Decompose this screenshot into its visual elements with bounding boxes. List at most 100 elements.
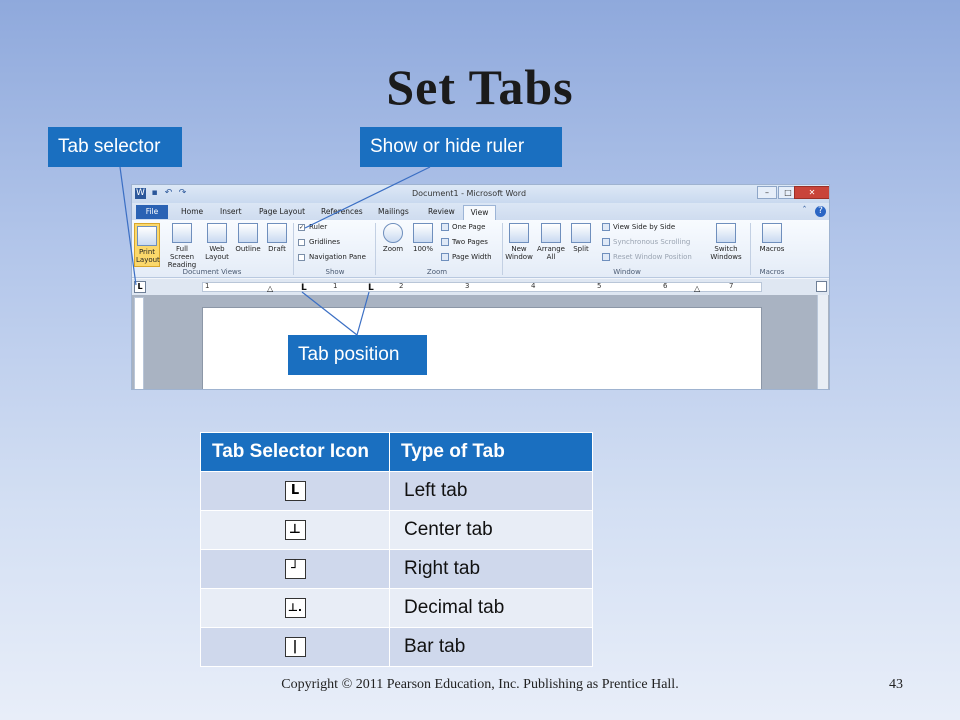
arrange-all-label: Arrange All [537, 245, 565, 261]
table-row: L Left tab [200, 471, 593, 511]
gridlines-label: Gridlines [309, 238, 340, 246]
print-layout-icon [137, 226, 157, 246]
ruler-number: 7 [729, 282, 734, 290]
right-tab-icon: ┘ [284, 558, 306, 579]
icon-cell: ⊥. [200, 588, 390, 628]
split-label: Split [573, 245, 589, 253]
undo-icon[interactable]: ↶ [163, 188, 174, 199]
show-group-label: Show [325, 268, 345, 276]
icon-cell: ⊥ [200, 510, 390, 550]
ribbon-minimize-icon[interactable]: ˆ [799, 206, 810, 217]
tab-view[interactable]: View [463, 205, 496, 220]
outline-label: Outline [235, 245, 261, 253]
help-icon[interactable]: ? [815, 206, 826, 217]
column-header: Type of Tab [389, 432, 593, 472]
macros-label: Macros [759, 245, 785, 253]
window-title: Document1 - Microsoft Word [412, 189, 527, 198]
web-layout-button[interactable]: Web Layout [204, 223, 230, 261]
tab-stop-marker[interactable]: L [301, 284, 307, 293]
tab-stop-marker[interactable]: L [368, 284, 374, 293]
word-app-icon[interactable]: W [135, 188, 146, 199]
close-button[interactable]: ✕ [794, 186, 829, 199]
one-page-icon [441, 223, 449, 231]
print-layout-button[interactable]: Print Layout [134, 223, 160, 267]
tab-type-cell: Decimal tab [389, 588, 593, 628]
tab-references[interactable]: References [321, 207, 363, 216]
right-indent-marker-icon[interactable]: △ [694, 284, 700, 293]
synchronous-scrolling-label: Synchronous Scrolling [613, 238, 691, 246]
view-side-by-side-label: View Side by Side [613, 223, 676, 231]
ruler-number: 1 [205, 282, 210, 290]
indent-marker-icon[interactable]: △ [267, 284, 273, 293]
new-window-button[interactable]: New Window [505, 223, 533, 261]
ruler-row: L 1 1 2 3 4 5 6 7 L L △ △ [132, 279, 829, 295]
view-side-by-side-button[interactable]: View Side by Side [602, 223, 675, 231]
zoom-label: Zoom [382, 245, 404, 253]
group-separator [375, 223, 376, 275]
navigation-pane-label: Navigation Pane [309, 253, 366, 261]
table-row: ⊥. Decimal tab [200, 588, 593, 628]
tab-selector-button[interactable]: L [134, 281, 146, 293]
table-row: | Bar tab [200, 627, 593, 667]
horizontal-ruler[interactable]: 1 1 2 3 4 5 6 7 L L △ △ [202, 282, 762, 293]
bar-tab-icon: | [284, 636, 306, 657]
macros-group-label: Macros [759, 268, 785, 276]
ruler-number: 5 [597, 282, 602, 290]
tab-page-layout[interactable]: Page Layout [259, 207, 305, 216]
arrange-all-button[interactable]: Arrange All [536, 223, 566, 261]
web-layout-icon [207, 223, 227, 243]
page-width-button[interactable]: Page Width [441, 253, 492, 261]
tab-review[interactable]: Review [428, 207, 455, 216]
zoom-group-label: Zoom [426, 268, 448, 276]
navigation-pane-checkbox[interactable]: Navigation Pane [298, 253, 366, 261]
macros-button[interactable]: Macros [757, 223, 787, 253]
vertical-scrollbar[interactable] [817, 295, 828, 389]
tab-position-callout: Tab position [288, 335, 427, 375]
tab-insert[interactable]: Insert [220, 207, 242, 216]
tab-types-table: Tab Selector Icon Type of Tab L Left tab… [200, 432, 593, 667]
tab-home[interactable]: Home [181, 207, 203, 216]
full-screen-reading-icon [172, 223, 192, 243]
document-page[interactable] [202, 307, 762, 389]
tab-type-cell: Center tab [389, 510, 593, 550]
tab-mailings[interactable]: Mailings [378, 207, 409, 216]
view-ruler-icon[interactable] [816, 281, 827, 292]
two-pages-label: Two Pages [452, 238, 488, 246]
draft-icon [267, 223, 287, 243]
full-screen-reading-button[interactable]: Full Screen Reading [163, 223, 201, 269]
outline-button[interactable]: Outline [233, 223, 263, 253]
new-window-icon [509, 223, 529, 243]
draft-button[interactable]: Draft [265, 223, 289, 253]
switch-windows-icon [716, 223, 736, 243]
magnifier-icon [383, 223, 403, 243]
one-page-button[interactable]: One Page [441, 223, 485, 231]
zoom-100-button[interactable]: 100% [410, 223, 436, 253]
tab-file[interactable]: File [136, 205, 168, 219]
word-titlebar: W ▪ ↶ ↷ Document1 - Microsoft Word – □ ✕ [132, 185, 829, 203]
arrange-all-icon [541, 223, 561, 243]
icon-cell: ┘ [200, 549, 390, 589]
tab-type-cell: Left tab [389, 471, 593, 511]
tab-selector-callout: Tab selector [48, 127, 182, 167]
synchronous-scrolling-button[interactable]: Synchronous Scrolling [602, 238, 690, 246]
ruler-number: 3 [465, 282, 470, 290]
two-pages-button[interactable]: Two Pages [441, 238, 488, 246]
icon-cell: L [200, 471, 390, 511]
ruler-checkbox[interactable]: ✓ Ruler [298, 223, 327, 231]
minimize-button[interactable]: – [757, 186, 777, 199]
side-by-side-icon [602, 223, 610, 231]
print-layout-label: Print Layout [136, 248, 160, 264]
zoom-button[interactable]: Zoom [380, 223, 406, 253]
show-hide-ruler-callout: Show or hide ruler [360, 127, 562, 167]
switch-windows-button[interactable]: Switch Windows [707, 223, 745, 261]
ribbon-tabbar: File Home Insert Page Layout References … [132, 203, 829, 220]
reset-window-position-button[interactable]: Reset Window Position [602, 253, 692, 261]
save-icon[interactable]: ▪ [149, 188, 160, 199]
redo-icon[interactable]: ↷ [177, 188, 188, 199]
split-button[interactable]: Split [569, 223, 593, 253]
page-width-icon [441, 253, 449, 261]
web-layout-label: Web Layout [205, 245, 229, 261]
ruler-number: 2 [399, 282, 404, 290]
gridlines-checkbox[interactable]: Gridlines [298, 238, 340, 246]
ruler-number: 1 [333, 282, 338, 290]
